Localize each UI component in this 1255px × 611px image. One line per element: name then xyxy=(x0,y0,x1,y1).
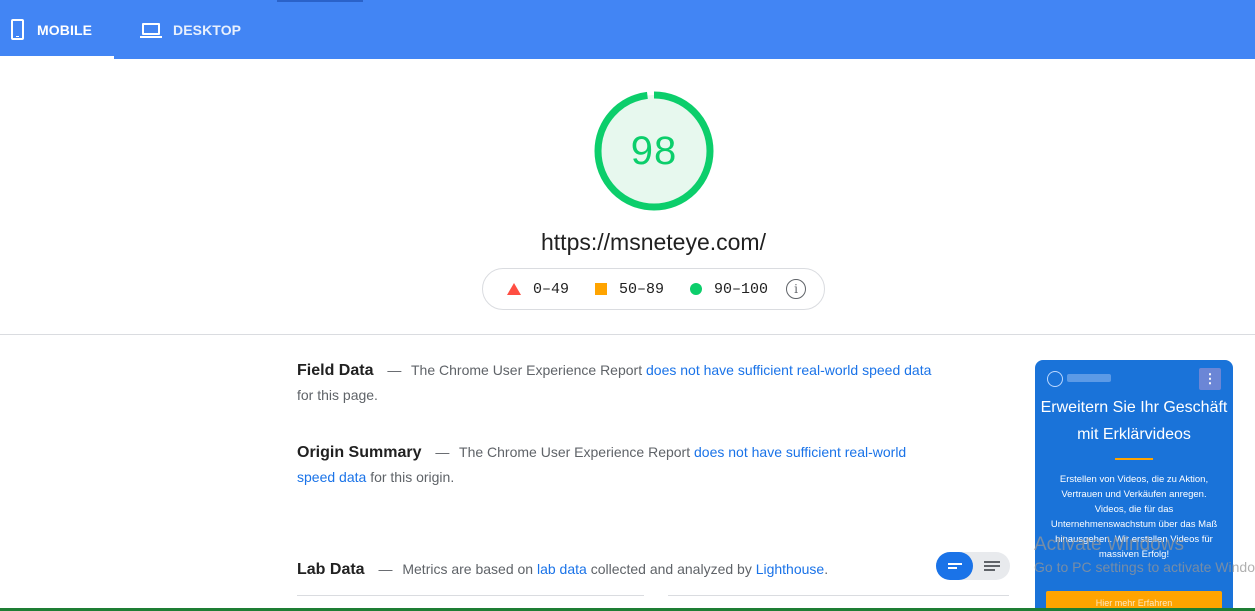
watermark-subtitle: Go to PC settings to activate Windows. xyxy=(1034,559,1255,575)
performance-score-gauge: 98 xyxy=(594,91,714,211)
mobile-phone-icon xyxy=(11,19,24,40)
origin-summary-text-after: for this origin. xyxy=(370,469,455,485)
origin-summary-text: The Chrome User Experience Report xyxy=(459,444,691,460)
device-tab-bar: MOBILE DESKTOP xyxy=(0,0,1255,59)
thumbnail-accent-rule xyxy=(1115,458,1153,460)
lab-data-section: Lab Data — Metrics are based on lab data… xyxy=(297,557,857,582)
lab-data-text: Metrics are based on xyxy=(402,561,534,577)
metric-view-toggle xyxy=(936,552,1010,580)
origin-summary-dash: — xyxy=(435,444,450,460)
lab-data-period: . xyxy=(824,561,829,577)
field-data-heading: Field Data xyxy=(297,362,374,379)
orange-square-icon xyxy=(595,283,608,295)
score-legend: 0–49 50–89 90–100 i xyxy=(482,268,825,310)
lab-data-heading: Lab Data xyxy=(297,561,365,578)
site-logo-icon xyxy=(1047,371,1063,387)
legend-pass-range: 90–100 xyxy=(714,280,769,298)
short-lines-icon xyxy=(947,561,962,571)
field-data-text-after: for this page. xyxy=(297,387,378,403)
lab-data-link[interactable]: lab data xyxy=(537,561,587,577)
tab-desktop[interactable]: DESKTOP xyxy=(140,0,250,59)
lab-data-dash: — xyxy=(378,561,393,577)
section-divider xyxy=(0,334,1255,335)
info-icon[interactable]: i xyxy=(786,279,807,299)
legend-pass: 90–100 xyxy=(690,281,768,298)
origin-summary-section: Origin Summary — The Chrome User Experie… xyxy=(297,440,947,490)
thumbnail-headline: Erweitern Sie Ihr Geschäft mit Erklärvid… xyxy=(1040,399,1228,443)
legend-average: 50–89 xyxy=(595,281,664,298)
origin-summary-heading: Origin Summary xyxy=(297,444,422,461)
green-circle-icon xyxy=(690,283,703,295)
tab-mobile[interactable]: MOBILE xyxy=(0,0,114,59)
tab-mobile-label: MOBILE xyxy=(37,21,93,38)
field-data-dash: — xyxy=(387,362,402,378)
legend-fail-range: 0–49 xyxy=(533,280,570,298)
tab-desktop-label: DESKTOP xyxy=(173,21,242,38)
watermark-title: Activate Windows xyxy=(1034,534,1184,555)
field-data-text: The Chrome User Experience Report xyxy=(411,362,643,378)
lab-data-text-middle: collected and analyzed by xyxy=(590,561,752,577)
expanded-view-button[interactable] xyxy=(973,552,1010,580)
performance-score: 98 xyxy=(630,128,678,173)
metrics-rule-left xyxy=(297,595,644,596)
site-logo-wordmark xyxy=(1067,374,1111,382)
metrics-rule-right xyxy=(668,595,1009,596)
laptop-icon xyxy=(140,22,162,38)
vertical-dots-menu-icon: ⋮ xyxy=(1199,368,1221,390)
windows-activation-watermark: Activate Windows Go to PC settings to ac… xyxy=(1034,534,1255,578)
field-data-link[interactable]: does not have sufficient real-world spee… xyxy=(646,362,931,378)
red-triangle-icon xyxy=(507,283,521,295)
lighthouse-link[interactable]: Lighthouse xyxy=(756,561,825,577)
top-highlight-strip xyxy=(277,0,363,2)
text-lines-icon xyxy=(983,559,1000,573)
compact-view-button[interactable] xyxy=(936,552,973,580)
analyzed-url: https://msneteye.com/ xyxy=(541,229,766,255)
legend-average-range: 50–89 xyxy=(619,280,665,298)
field-data-section: Field Data — The Chrome User Experience … xyxy=(297,358,947,408)
legend-fail: 0–49 xyxy=(507,281,569,298)
